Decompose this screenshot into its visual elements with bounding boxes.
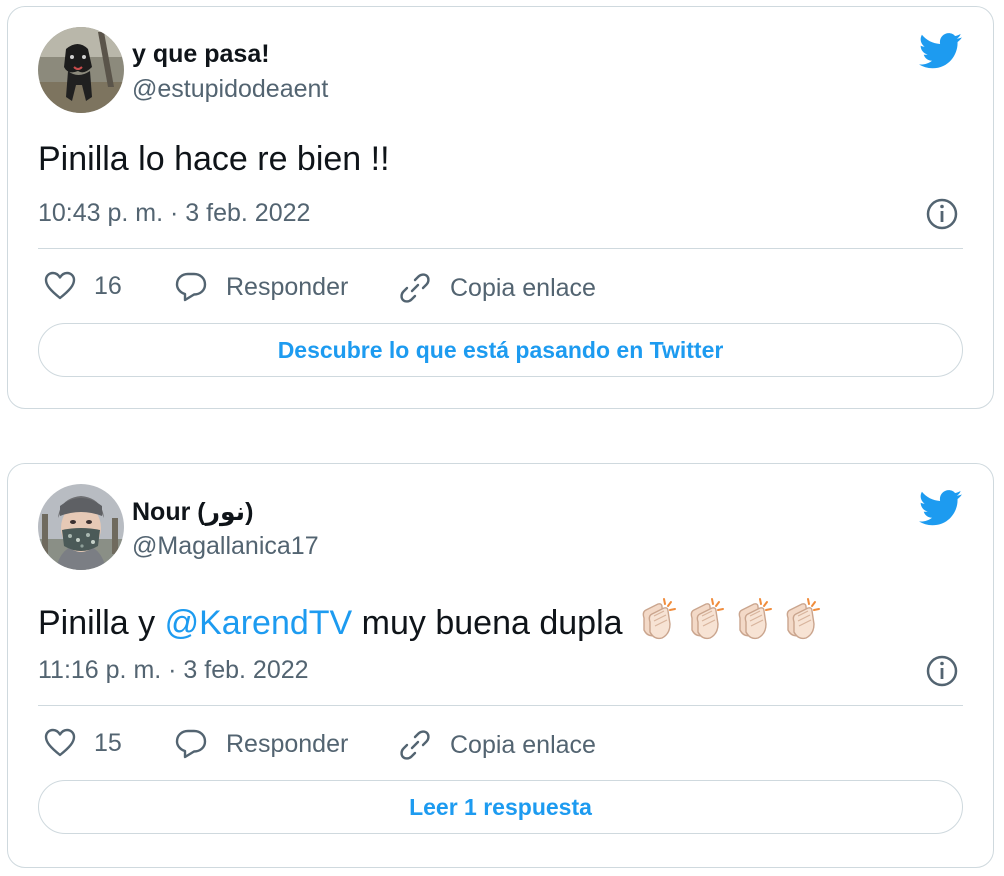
link-icon xyxy=(400,730,430,760)
user-handle[interactable]: @Magallanica17 xyxy=(132,532,319,561)
reply-bubble-icon xyxy=(175,272,207,302)
mention-link[interactable]: @KarendTV xyxy=(165,604,353,642)
reply-button[interactable]: Responder xyxy=(174,271,348,303)
heart-icon xyxy=(44,271,76,300)
tweet-card: y que pasa! @estupidodeaent Pinilla lo h… xyxy=(7,6,994,409)
like-count: 16 xyxy=(94,271,122,300)
display-name[interactable]: y que pasa! xyxy=(132,40,270,69)
read-replies-button[interactable]: Leer 1 respuesta xyxy=(38,780,963,834)
like-button[interactable]: 15 xyxy=(44,728,122,758)
clapping-hands-emoji xyxy=(638,596,834,649)
user-handle[interactable]: @estupidodeaent xyxy=(132,75,328,104)
tweet-text-after: muy buena dupla xyxy=(352,604,623,642)
like-count: 15 xyxy=(94,728,122,757)
tweet-card: Nour (نور) @Magallanica17 Pinilla y @Kar… xyxy=(7,463,994,868)
copy-link-button[interactable]: Copia enlace xyxy=(398,728,596,762)
avatar[interactable] xyxy=(38,27,124,113)
copy-link-button[interactable]: Copia enlace xyxy=(398,271,596,305)
divider xyxy=(38,705,963,706)
tweet-timestamp[interactable]: 10:43 p. m. · 3 feb. 2022 xyxy=(38,199,310,228)
like-button[interactable]: 16 xyxy=(44,271,122,301)
display-name[interactable]: Nour (نور) xyxy=(132,497,253,527)
link-icon xyxy=(400,273,430,303)
copy-link-label: Copia enlace xyxy=(450,730,596,759)
info-icon[interactable] xyxy=(925,654,959,688)
info-icon[interactable] xyxy=(925,197,959,231)
twitter-bird-icon[interactable] xyxy=(919,490,963,526)
tweet-timestamp[interactable]: 11:16 p. m. · 3 feb. 2022 xyxy=(38,656,309,685)
divider xyxy=(38,248,963,249)
tweet-text: Pinilla y @KarendTV muy buena dupla xyxy=(38,596,834,649)
tweet-text-before: Pinilla y xyxy=(38,604,165,642)
heart-icon xyxy=(44,728,76,757)
reply-label: Responder xyxy=(226,729,349,758)
reply-label: Responder xyxy=(226,272,349,301)
twitter-bird-icon[interactable] xyxy=(919,33,963,69)
reply-button[interactable]: Responder xyxy=(174,728,348,760)
copy-link-label: Copia enlace xyxy=(450,273,596,302)
reply-bubble-icon xyxy=(175,729,207,759)
tweet-text: Pinilla lo hace re bien !! xyxy=(38,140,390,178)
discover-twitter-button[interactable]: Descubre lo que está pasando en Twitter xyxy=(38,323,963,377)
avatar[interactable] xyxy=(38,484,124,570)
